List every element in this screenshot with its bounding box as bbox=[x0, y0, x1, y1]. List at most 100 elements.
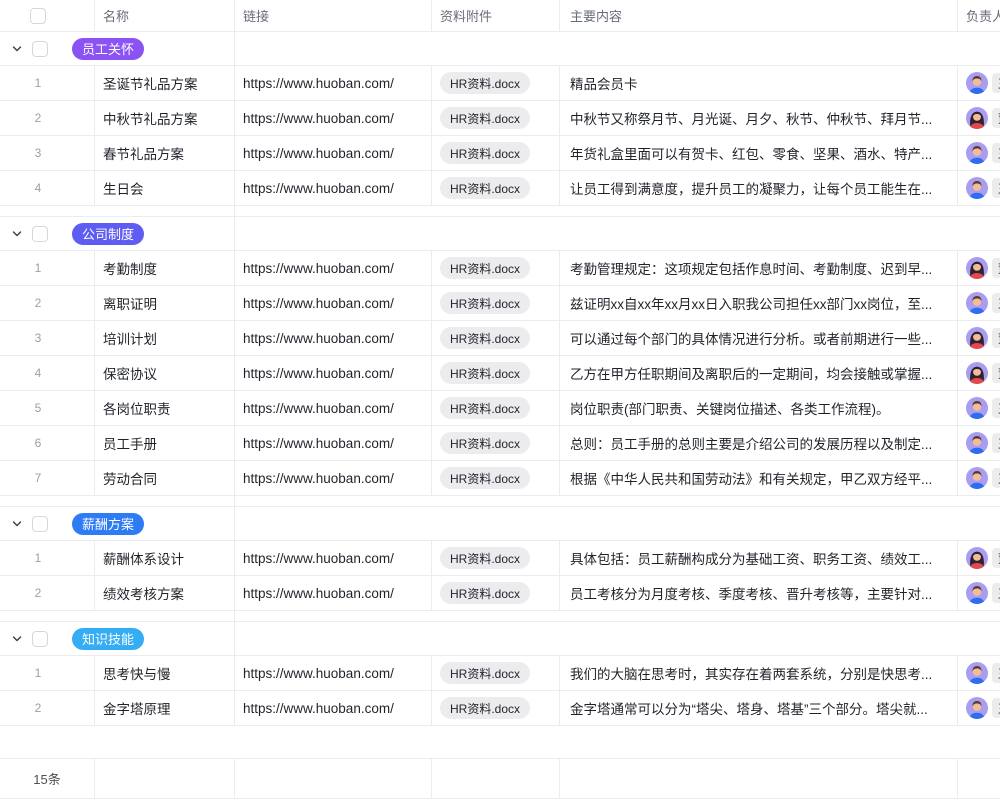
attachment-cell[interactable]: HR资料.docx bbox=[432, 461, 560, 495]
link-cell[interactable]: https://www.huoban.com/ bbox=[235, 656, 432, 690]
attachment-pill[interactable]: HR资料.docx bbox=[440, 72, 530, 94]
link-cell[interactable]: https://www.huoban.com/ bbox=[235, 171, 432, 205]
attachment-cell[interactable]: HR资料.docx bbox=[432, 656, 560, 690]
attachment-pill[interactable]: HR资料.docx bbox=[440, 662, 530, 684]
row-number-cell[interactable]: 2 bbox=[0, 576, 95, 610]
row-number-cell[interactable]: 5 bbox=[0, 391, 95, 425]
row-number-cell[interactable]: 3 bbox=[0, 136, 95, 170]
name-cell[interactable]: 中秋节礼品方案 bbox=[95, 101, 235, 135]
attachment-pill[interactable]: HR资料.docx bbox=[440, 177, 530, 199]
column-header-content[interactable]: 主要内容 bbox=[560, 0, 958, 31]
chevron-down-icon[interactable] bbox=[10, 517, 24, 531]
link-cell[interactable]: https://www.huoban.com/ bbox=[235, 576, 432, 610]
row-number-cell[interactable]: 3 bbox=[0, 321, 95, 355]
content-cell[interactable]: 中秋节又称祭月节、月光诞、月夕、秋节、仲秋节、拜月节... bbox=[560, 101, 958, 135]
content-cell[interactable]: 年货礼盒里面可以有贺卡、红包、零食、坚果、酒水、特产... bbox=[560, 136, 958, 170]
link-cell[interactable]: https://www.huoban.com/ bbox=[235, 251, 432, 285]
owner-cell[interactable]: 王 bbox=[958, 136, 1000, 170]
name-cell[interactable]: 春节礼品方案 bbox=[95, 136, 235, 170]
attachment-pill[interactable]: HR资料.docx bbox=[440, 697, 530, 719]
name-cell[interactable]: 绩效考核方案 bbox=[95, 576, 235, 610]
link-cell[interactable]: https://www.huoban.com/ bbox=[235, 101, 432, 135]
name-cell[interactable]: 各岗位职责 bbox=[95, 391, 235, 425]
chevron-down-icon[interactable] bbox=[10, 42, 24, 56]
group-checkbox[interactable] bbox=[32, 41, 48, 57]
attachment-pill[interactable]: HR资料.docx bbox=[440, 362, 530, 384]
attachment-cell[interactable]: HR资料.docx bbox=[432, 691, 560, 725]
attachment-pill[interactable]: HR资料.docx bbox=[440, 547, 530, 569]
link-cell[interactable]: https://www.huoban.com/ bbox=[235, 391, 432, 425]
owner-cell[interactable]: 董 bbox=[958, 356, 1000, 390]
owner-cell[interactable]: 王 bbox=[958, 286, 1000, 320]
row-number-cell[interactable]: 1 bbox=[0, 66, 95, 100]
attachment-cell[interactable]: HR资料.docx bbox=[432, 171, 560, 205]
content-cell[interactable]: 考勤管理规定：这项规定包括作息时间、考勤制度、迟到早... bbox=[560, 251, 958, 285]
group-badge[interactable]: 公司制度 bbox=[72, 223, 144, 245]
content-cell[interactable]: 根据《中华人民共和国劳动法》和有关规定，甲乙双方经平... bbox=[560, 461, 958, 495]
group-checkbox[interactable] bbox=[32, 516, 48, 532]
attachment-cell[interactable]: HR资料.docx bbox=[432, 391, 560, 425]
owner-cell[interactable]: 王 bbox=[958, 391, 1000, 425]
group-badge[interactable]: 薪酬方案 bbox=[72, 513, 144, 535]
attachment-cell[interactable]: HR资料.docx bbox=[432, 356, 560, 390]
content-cell[interactable]: 员工考核分为月度考核、季度考核、晋升考核等，主要针对... bbox=[560, 576, 958, 610]
content-cell[interactable]: 可以通过每个部门的具体情况进行分析。或者前期进行一些... bbox=[560, 321, 958, 355]
row-number-cell[interactable]: 6 bbox=[0, 426, 95, 460]
attachment-cell[interactable]: HR资料.docx bbox=[432, 251, 560, 285]
name-cell[interactable]: 劳动合同 bbox=[95, 461, 235, 495]
content-cell[interactable]: 具体包括：员工薪酬构成分为基础工资、职务工资、绩效工... bbox=[560, 541, 958, 575]
name-cell[interactable]: 生日会 bbox=[95, 171, 235, 205]
group-checkbox[interactable] bbox=[32, 226, 48, 242]
attachment-pill[interactable]: HR资料.docx bbox=[440, 142, 530, 164]
column-header-attachment[interactable]: 资料附件 bbox=[432, 0, 560, 31]
attachment-cell[interactable]: HR资料.docx bbox=[432, 321, 560, 355]
owner-cell[interactable]: 董 bbox=[958, 101, 1000, 135]
owner-cell[interactable]: 王 bbox=[958, 576, 1000, 610]
name-cell[interactable]: 员工手册 bbox=[95, 426, 235, 460]
chevron-down-icon[interactable] bbox=[10, 632, 24, 646]
attachment-pill[interactable]: HR资料.docx bbox=[440, 257, 530, 279]
content-cell[interactable]: 金字塔通常可以分为“塔尖、塔身、塔基”三个部分。塔尖就... bbox=[560, 691, 958, 725]
column-header-select[interactable] bbox=[0, 0, 95, 31]
attachment-pill[interactable]: HR资料.docx bbox=[440, 397, 530, 419]
attachment-cell[interactable]: HR资料.docx bbox=[432, 136, 560, 170]
column-header-link[interactable]: 链接 bbox=[235, 0, 432, 31]
row-number-cell[interactable]: 7 bbox=[0, 461, 95, 495]
link-cell[interactable]: https://www.huoban.com/ bbox=[235, 356, 432, 390]
link-cell[interactable]: https://www.huoban.com/ bbox=[235, 426, 432, 460]
chevron-down-icon[interactable] bbox=[10, 227, 24, 241]
attachment-cell[interactable]: HR资料.docx bbox=[432, 101, 560, 135]
attachment-cell[interactable]: HR资料.docx bbox=[432, 426, 560, 460]
attachment-cell[interactable]: HR资料.docx bbox=[432, 66, 560, 100]
group-badge[interactable]: 员工关怀 bbox=[72, 38, 144, 60]
name-cell[interactable]: 圣诞节礼品方案 bbox=[95, 66, 235, 100]
attachment-pill[interactable]: HR资料.docx bbox=[440, 292, 530, 314]
link-cell[interactable]: https://www.huoban.com/ bbox=[235, 321, 432, 355]
row-number-cell[interactable]: 1 bbox=[0, 541, 95, 575]
link-cell[interactable]: https://www.huoban.com/ bbox=[235, 66, 432, 100]
row-number-cell[interactable]: 4 bbox=[0, 356, 95, 390]
content-cell[interactable]: 让员工得到满意度，提升员工的凝聚力，让每个员工能生在... bbox=[560, 171, 958, 205]
attachment-pill[interactable]: HR资料.docx bbox=[440, 467, 530, 489]
owner-cell[interactable]: 王 bbox=[958, 66, 1000, 100]
attachment-cell[interactable]: HR资料.docx bbox=[432, 541, 560, 575]
owner-cell[interactable]: 董 bbox=[958, 541, 1000, 575]
row-number-cell[interactable]: 2 bbox=[0, 691, 95, 725]
content-cell[interactable]: 乙方在甲方任职期间及离职后的一定期间，均会接触或掌握... bbox=[560, 356, 958, 390]
link-cell[interactable]: https://www.huoban.com/ bbox=[235, 136, 432, 170]
attachment-pill[interactable]: HR资料.docx bbox=[440, 107, 530, 129]
owner-cell[interactable]: 董 bbox=[958, 321, 1000, 355]
name-cell[interactable]: 考勤制度 bbox=[95, 251, 235, 285]
link-cell[interactable]: https://www.huoban.com/ bbox=[235, 286, 432, 320]
attachment-cell[interactable]: HR资料.docx bbox=[432, 286, 560, 320]
link-cell[interactable]: https://www.huoban.com/ bbox=[235, 541, 432, 575]
name-cell[interactable]: 离职证明 bbox=[95, 286, 235, 320]
owner-cell[interactable]: 王 bbox=[958, 691, 1000, 725]
content-cell[interactable]: 总则：员工手册的总则主要是介绍公司的发展历程以及制定... bbox=[560, 426, 958, 460]
row-number-cell[interactable]: 1 bbox=[0, 251, 95, 285]
name-cell[interactable]: 思考快与慢 bbox=[95, 656, 235, 690]
owner-cell[interactable]: 王 bbox=[958, 656, 1000, 690]
content-cell[interactable]: 兹证明xx自xx年xx月xx日入职我公司担任xx部门xx岗位，至... bbox=[560, 286, 958, 320]
content-cell[interactable]: 岗位职责(部门职责、关键岗位描述、各类工作流程)。 bbox=[560, 391, 958, 425]
content-cell[interactable]: 我们的大脑在思考时，其实存在着两套系统，分别是快思考... bbox=[560, 656, 958, 690]
